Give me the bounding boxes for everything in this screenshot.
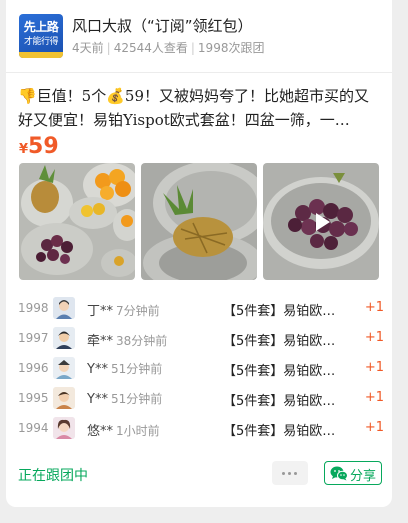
avatar [53,417,75,439]
buyer-name: Y** [87,392,108,407]
product-name: 【5件套】易铂欧… [223,304,336,319]
group-header[interactable]: 先上路 才能行得 风口大叔（“订阅”领红包） 4天前 | 42544人查看 | 1998… [19,14,382,64]
description-line: 👎巨值！5个💰59！又被妈妈夸了！比她超市买的又 [18,87,369,105]
order-time: 1小时前 [116,424,160,438]
avatar [53,357,75,379]
buyer-name: 悠** [87,424,114,439]
order-quantity: +1 [364,330,384,345]
card-footer: 正在跟团中 分享 [18,461,382,487]
buyer-name: 牵** [87,334,114,349]
product-name: 【5件套】易铂欧… [223,364,336,379]
buyer-info: 丁** 7分钟前 [87,300,160,319]
more-dots-icon [282,472,285,475]
order-number: 1998 [18,301,49,315]
group-meta: 4天前 | 42544人查看 | 1998次跟团 [72,40,264,56]
posted-time: 4天前 [72,41,104,55]
view-count: 42544人查看 [113,41,188,55]
meta-separator: | [106,41,111,55]
order-row[interactable]: 1998 丁** 7分钟前 【5件套】易铂欧… +1 [18,295,384,325]
share-button[interactable]: 分享 [324,461,382,485]
more-button[interactable] [272,461,308,485]
product-name: 【5件套】易铂欧… [223,424,336,439]
share-label: 分享 [350,469,377,484]
product-name: 【5件套】易铂欧… [223,334,336,349]
post-description[interactable]: 👎巨值！5个💰59！又被妈妈夸了！比她超市买的又 好又便宜！易铂Yispot欧式… [18,84,382,132]
order-quantity: +1 [364,390,384,405]
product-video-grapes[interactable] [263,163,379,280]
meta-separator: | [190,41,195,55]
photo-gallery [19,163,379,280]
photo-image [19,163,135,280]
header-divider [6,72,392,73]
order-row[interactable]: 1995 Y** 51分钟前 【5件套】易铂欧… +1 [18,385,384,415]
order-row[interactable]: 1994 悠** 1小时前 【5件套】易铂欧… +1 [18,415,384,445]
more-dots-icon [288,472,291,475]
product-photo-fruit-bowls[interactable] [19,163,135,280]
group-logo: 先上路 才能行得 [19,14,63,58]
order-time: 7分钟前 [116,304,160,318]
join-count: 1998次跟团 [197,41,265,55]
group-status: 正在跟团中 [18,468,88,484]
logo-text-sub: 才能行得 [23,37,59,47]
logo-text-main: 先上路 [23,20,59,34]
buyer-info: 悠** 1小时前 [87,420,160,439]
product-price: ¥59 [19,134,59,159]
price-symbol: ¥ [19,142,29,157]
buyer-info: Y** 51分钟前 [87,390,162,407]
order-time: 38分钟前 [116,334,168,348]
order-number: 1997 [18,331,49,345]
order-quantity: +1 [364,360,384,375]
product-name: 【5件套】易铂欧… [223,394,336,409]
more-dots-icon [294,472,297,475]
photo-image [141,163,257,280]
buyer-name: Y** [87,362,108,377]
logo-stripe [19,52,63,58]
buyer-info: Y** 51分钟前 [87,360,162,377]
order-number: 1994 [18,421,49,435]
group-card[interactable]: 先上路 才能行得 风口大叔（“订阅”领红包） 4天前 | 42544人查看 | 1998… [6,0,392,507]
order-number: 1996 [18,361,49,375]
order-quantity: +1 [364,420,384,435]
avatar [53,297,75,319]
group-title[interactable]: 风口大叔（“订阅”领红包） [72,16,253,36]
price-value: 59 [28,134,59,159]
order-time: 51分钟前 [110,362,163,376]
order-number: 1995 [18,391,49,405]
description-line: 好又便宜！易铂Yispot欧式套盆！四盆一筛，一… [18,111,350,129]
avatar [53,327,75,349]
order-row[interactable]: 1996 Y** 51分钟前 【5件套】易铂欧… +1 [18,355,384,385]
avatar [53,387,75,409]
order-quantity: +1 [364,300,384,315]
product-photo-pineapple[interactable] [141,163,257,280]
order-row[interactable]: 1997 牵** 38分钟前 【5件套】易铂欧… +1 [18,325,384,355]
wechat-icon [330,466,348,485]
play-icon[interactable] [316,212,330,231]
order-time: 51分钟前 [110,392,163,406]
buyer-info: 牵** 38分钟前 [87,330,167,349]
buyer-name: 丁** [87,304,114,319]
